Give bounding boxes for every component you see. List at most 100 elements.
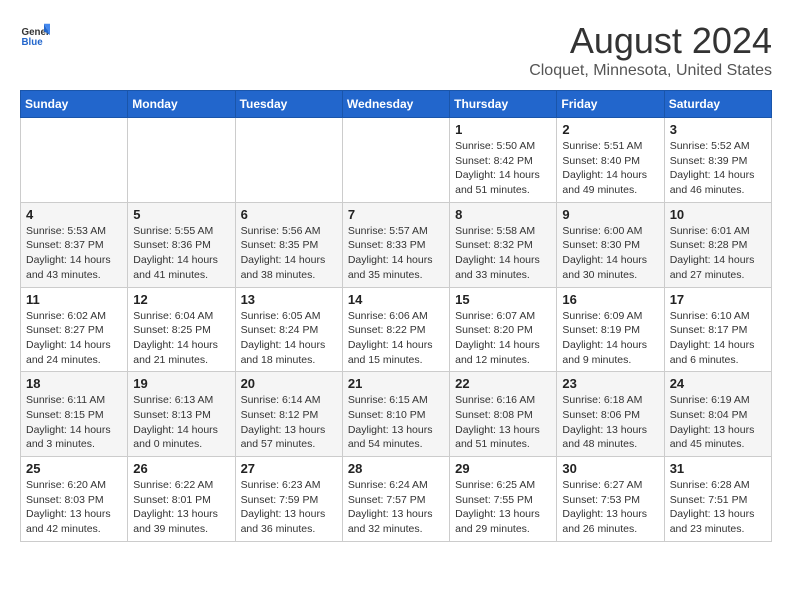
day-number: 25 <box>26 461 122 476</box>
day-number: 24 <box>670 376 766 391</box>
day-info: Sunrise: 6:01 AMSunset: 8:28 PMDaylight:… <box>670 224 766 283</box>
calendar-cell <box>235 118 342 203</box>
calendar-cell: 15Sunrise: 6:07 AMSunset: 8:20 PMDayligh… <box>450 287 557 372</box>
week-row-3: 11 Sunrise: 6:02 AMSunset: 8:27 PMDayligh… <box>21 287 772 372</box>
calendar-cell: 28 Sunrise: 6:24 AMSunset: 7:57 PMDayligh… <box>342 457 449 542</box>
day-number: 9 <box>562 207 658 222</box>
day-info: Sunrise: 6:13 AMSunset: 8:13 PMDaylight:… <box>133 393 229 452</box>
day-number: 2 <box>562 122 658 137</box>
day-number: 1 <box>455 122 551 137</box>
logo: General Blue <box>20 20 50 50</box>
day-header-monday: Monday <box>128 91 235 118</box>
calendar-cell: 3Sunrise: 5:52 AMSunset: 8:39 PMDaylight… <box>664 118 771 203</box>
day-info: Sunrise: 6:18 AMSunset: 8:06 PMDaylight:… <box>562 393 658 452</box>
day-number: 23 <box>562 376 658 391</box>
day-info: Sunrise: 5:57 AMSunset: 8:33 PMDaylight:… <box>348 224 444 283</box>
day-header-thursday: Thursday <box>450 91 557 118</box>
calendar-cell: 20Sunrise: 6:14 AMSunset: 8:12 PMDayligh… <box>235 372 342 457</box>
day-header-tuesday: Tuesday <box>235 91 342 118</box>
main-title: August 2024 <box>529 20 772 62</box>
day-info: Sunrise: 6:22 AMSunset: 8:01 PMDaylight:… <box>133 478 229 537</box>
day-number: 8 <box>455 207 551 222</box>
calendar-cell: 21 Sunrise: 6:15 AMSunset: 8:10 PMDayligh… <box>342 372 449 457</box>
day-info: Sunrise: 6:02 AMSunset: 8:27 PMDaylight:… <box>26 309 122 368</box>
calendar-cell: 7 Sunrise: 5:57 AMSunset: 8:33 PMDaylight… <box>342 202 449 287</box>
calendar-cell: 27 Sunrise: 6:23 AMSunset: 7:59 PMDayligh… <box>235 457 342 542</box>
day-number: 18 <box>26 376 122 391</box>
subtitle: Cloquet, Minnesota, United States <box>529 62 772 80</box>
day-info: Sunrise: 5:55 AMSunset: 8:36 PMDaylight:… <box>133 224 229 283</box>
day-number: 12 <box>133 292 229 307</box>
day-info: Sunrise: 5:56 AMSunset: 8:35 PMDaylight:… <box>241 224 337 283</box>
calendar-cell: 8 Sunrise: 5:58 AMSunset: 8:32 PMDaylight… <box>450 202 557 287</box>
day-number: 26 <box>133 461 229 476</box>
day-info: Sunrise: 6:06 AMSunset: 8:22 PMDaylight:… <box>348 309 444 368</box>
calendar-cell: 25 Sunrise: 6:20 AMSunset: 8:03 PMDayligh… <box>21 457 128 542</box>
week-row-2: 4 Sunrise: 5:53 AMSunset: 8:37 PMDaylight… <box>21 202 772 287</box>
calendar-cell: 1 Sunrise: 5:50 AMSunset: 8:42 PMDaylight… <box>450 118 557 203</box>
day-number: 14 <box>348 292 444 307</box>
calendar-cell: 24Sunrise: 6:19 AMSunset: 8:04 PMDayligh… <box>664 372 771 457</box>
day-number: 3 <box>670 122 766 137</box>
day-info: Sunrise: 6:16 AMSunset: 8:08 PMDaylight:… <box>455 393 551 452</box>
calendar-cell: 12 Sunrise: 6:04 AMSunset: 8:25 PMDayligh… <box>128 287 235 372</box>
day-number: 16 <box>562 292 658 307</box>
day-info: Sunrise: 6:14 AMSunset: 8:12 PMDaylight:… <box>241 393 337 452</box>
week-row-5: 25 Sunrise: 6:20 AMSunset: 8:03 PMDayligh… <box>21 457 772 542</box>
calendar-cell: 11 Sunrise: 6:02 AMSunset: 8:27 PMDayligh… <box>21 287 128 372</box>
week-row-1: 1 Sunrise: 5:50 AMSunset: 8:42 PMDaylight… <box>21 118 772 203</box>
day-number: 4 <box>26 207 122 222</box>
calendar-cell: 30 Sunrise: 6:27 AMSunset: 7:53 PMDayligh… <box>557 457 664 542</box>
calendar-cell: 22 Sunrise: 6:16 AMSunset: 8:08 PMDayligh… <box>450 372 557 457</box>
calendar-cell: 18 Sunrise: 6:11 AMSunset: 8:15 PMDayligh… <box>21 372 128 457</box>
day-number: 15 <box>455 292 551 307</box>
calendar-cell <box>128 118 235 203</box>
day-info: Sunrise: 5:50 AMSunset: 8:42 PMDaylight:… <box>455 139 551 198</box>
day-number: 30 <box>562 461 658 476</box>
day-header-sunday: Sunday <box>21 91 128 118</box>
day-number: 27 <box>241 461 337 476</box>
day-info: Sunrise: 6:15 AMSunset: 8:10 PMDaylight:… <box>348 393 444 452</box>
day-info: Sunrise: 6:25 AMSunset: 7:55 PMDaylight:… <box>455 478 551 537</box>
day-info: Sunrise: 6:28 AMSunset: 7:51 PMDaylight:… <box>670 478 766 537</box>
calendar-cell: 13Sunrise: 6:05 AMSunset: 8:24 PMDayligh… <box>235 287 342 372</box>
day-info: Sunrise: 5:58 AMSunset: 8:32 PMDaylight:… <box>455 224 551 283</box>
day-number: 11 <box>26 292 122 307</box>
calendar-cell: 10Sunrise: 6:01 AMSunset: 8:28 PMDayligh… <box>664 202 771 287</box>
days-header-row: SundayMondayTuesdayWednesdayThursdayFrid… <box>21 91 772 118</box>
day-info: Sunrise: 6:23 AMSunset: 7:59 PMDaylight:… <box>241 478 337 537</box>
day-info: Sunrise: 6:24 AMSunset: 7:57 PMDaylight:… <box>348 478 444 537</box>
calendar-cell: 14 Sunrise: 6:06 AMSunset: 8:22 PMDayligh… <box>342 287 449 372</box>
calendar-cell: 6 Sunrise: 5:56 AMSunset: 8:35 PMDaylight… <box>235 202 342 287</box>
calendar-cell: 19Sunrise: 6:13 AMSunset: 8:13 PMDayligh… <box>128 372 235 457</box>
calendar-cell: 31Sunrise: 6:28 AMSunset: 7:51 PMDayligh… <box>664 457 771 542</box>
calendar-cell: 9 Sunrise: 6:00 AMSunset: 8:30 PMDaylight… <box>557 202 664 287</box>
day-number: 21 <box>348 376 444 391</box>
day-info: Sunrise: 6:09 AMSunset: 8:19 PMDaylight:… <box>562 309 658 368</box>
day-info: Sunrise: 6:20 AMSunset: 8:03 PMDaylight:… <box>26 478 122 537</box>
day-info: Sunrise: 6:04 AMSunset: 8:25 PMDaylight:… <box>133 309 229 368</box>
day-header-saturday: Saturday <box>664 91 771 118</box>
day-number: 22 <box>455 376 551 391</box>
title-area: August 2024 Cloquet, Minnesota, United S… <box>529 20 772 80</box>
day-info: Sunrise: 6:27 AMSunset: 7:53 PMDaylight:… <box>562 478 658 537</box>
day-number: 6 <box>241 207 337 222</box>
day-number: 7 <box>348 207 444 222</box>
day-info: Sunrise: 5:53 AMSunset: 8:37 PMDaylight:… <box>26 224 122 283</box>
day-info: Sunrise: 6:10 AMSunset: 8:17 PMDaylight:… <box>670 309 766 368</box>
day-header-wednesday: Wednesday <box>342 91 449 118</box>
calendar-cell: 17Sunrise: 6:10 AMSunset: 8:17 PMDayligh… <box>664 287 771 372</box>
calendar-cell: 23 Sunrise: 6:18 AMSunset: 8:06 PMDayligh… <box>557 372 664 457</box>
svg-text:Blue: Blue <box>22 37 44 48</box>
day-number: 28 <box>348 461 444 476</box>
day-info: Sunrise: 5:51 AMSunset: 8:40 PMDaylight:… <box>562 139 658 198</box>
logo-icon: General Blue <box>20 20 50 50</box>
day-info: Sunrise: 6:11 AMSunset: 8:15 PMDaylight:… <box>26 393 122 452</box>
calendar-cell: 5Sunrise: 5:55 AMSunset: 8:36 PMDaylight… <box>128 202 235 287</box>
day-info: Sunrise: 6:00 AMSunset: 8:30 PMDaylight:… <box>562 224 658 283</box>
calendar-table: SundayMondayTuesdayWednesdayThursdayFrid… <box>20 90 772 542</box>
calendar-cell: 26 Sunrise: 6:22 AMSunset: 8:01 PMDayligh… <box>128 457 235 542</box>
calendar-cell: 2 Sunrise: 5:51 AMSunset: 8:40 PMDaylight… <box>557 118 664 203</box>
calendar-cell: 4 Sunrise: 5:53 AMSunset: 8:37 PMDaylight… <box>21 202 128 287</box>
page-header: General Blue August 2024 Cloquet, Minnes… <box>20 20 772 80</box>
